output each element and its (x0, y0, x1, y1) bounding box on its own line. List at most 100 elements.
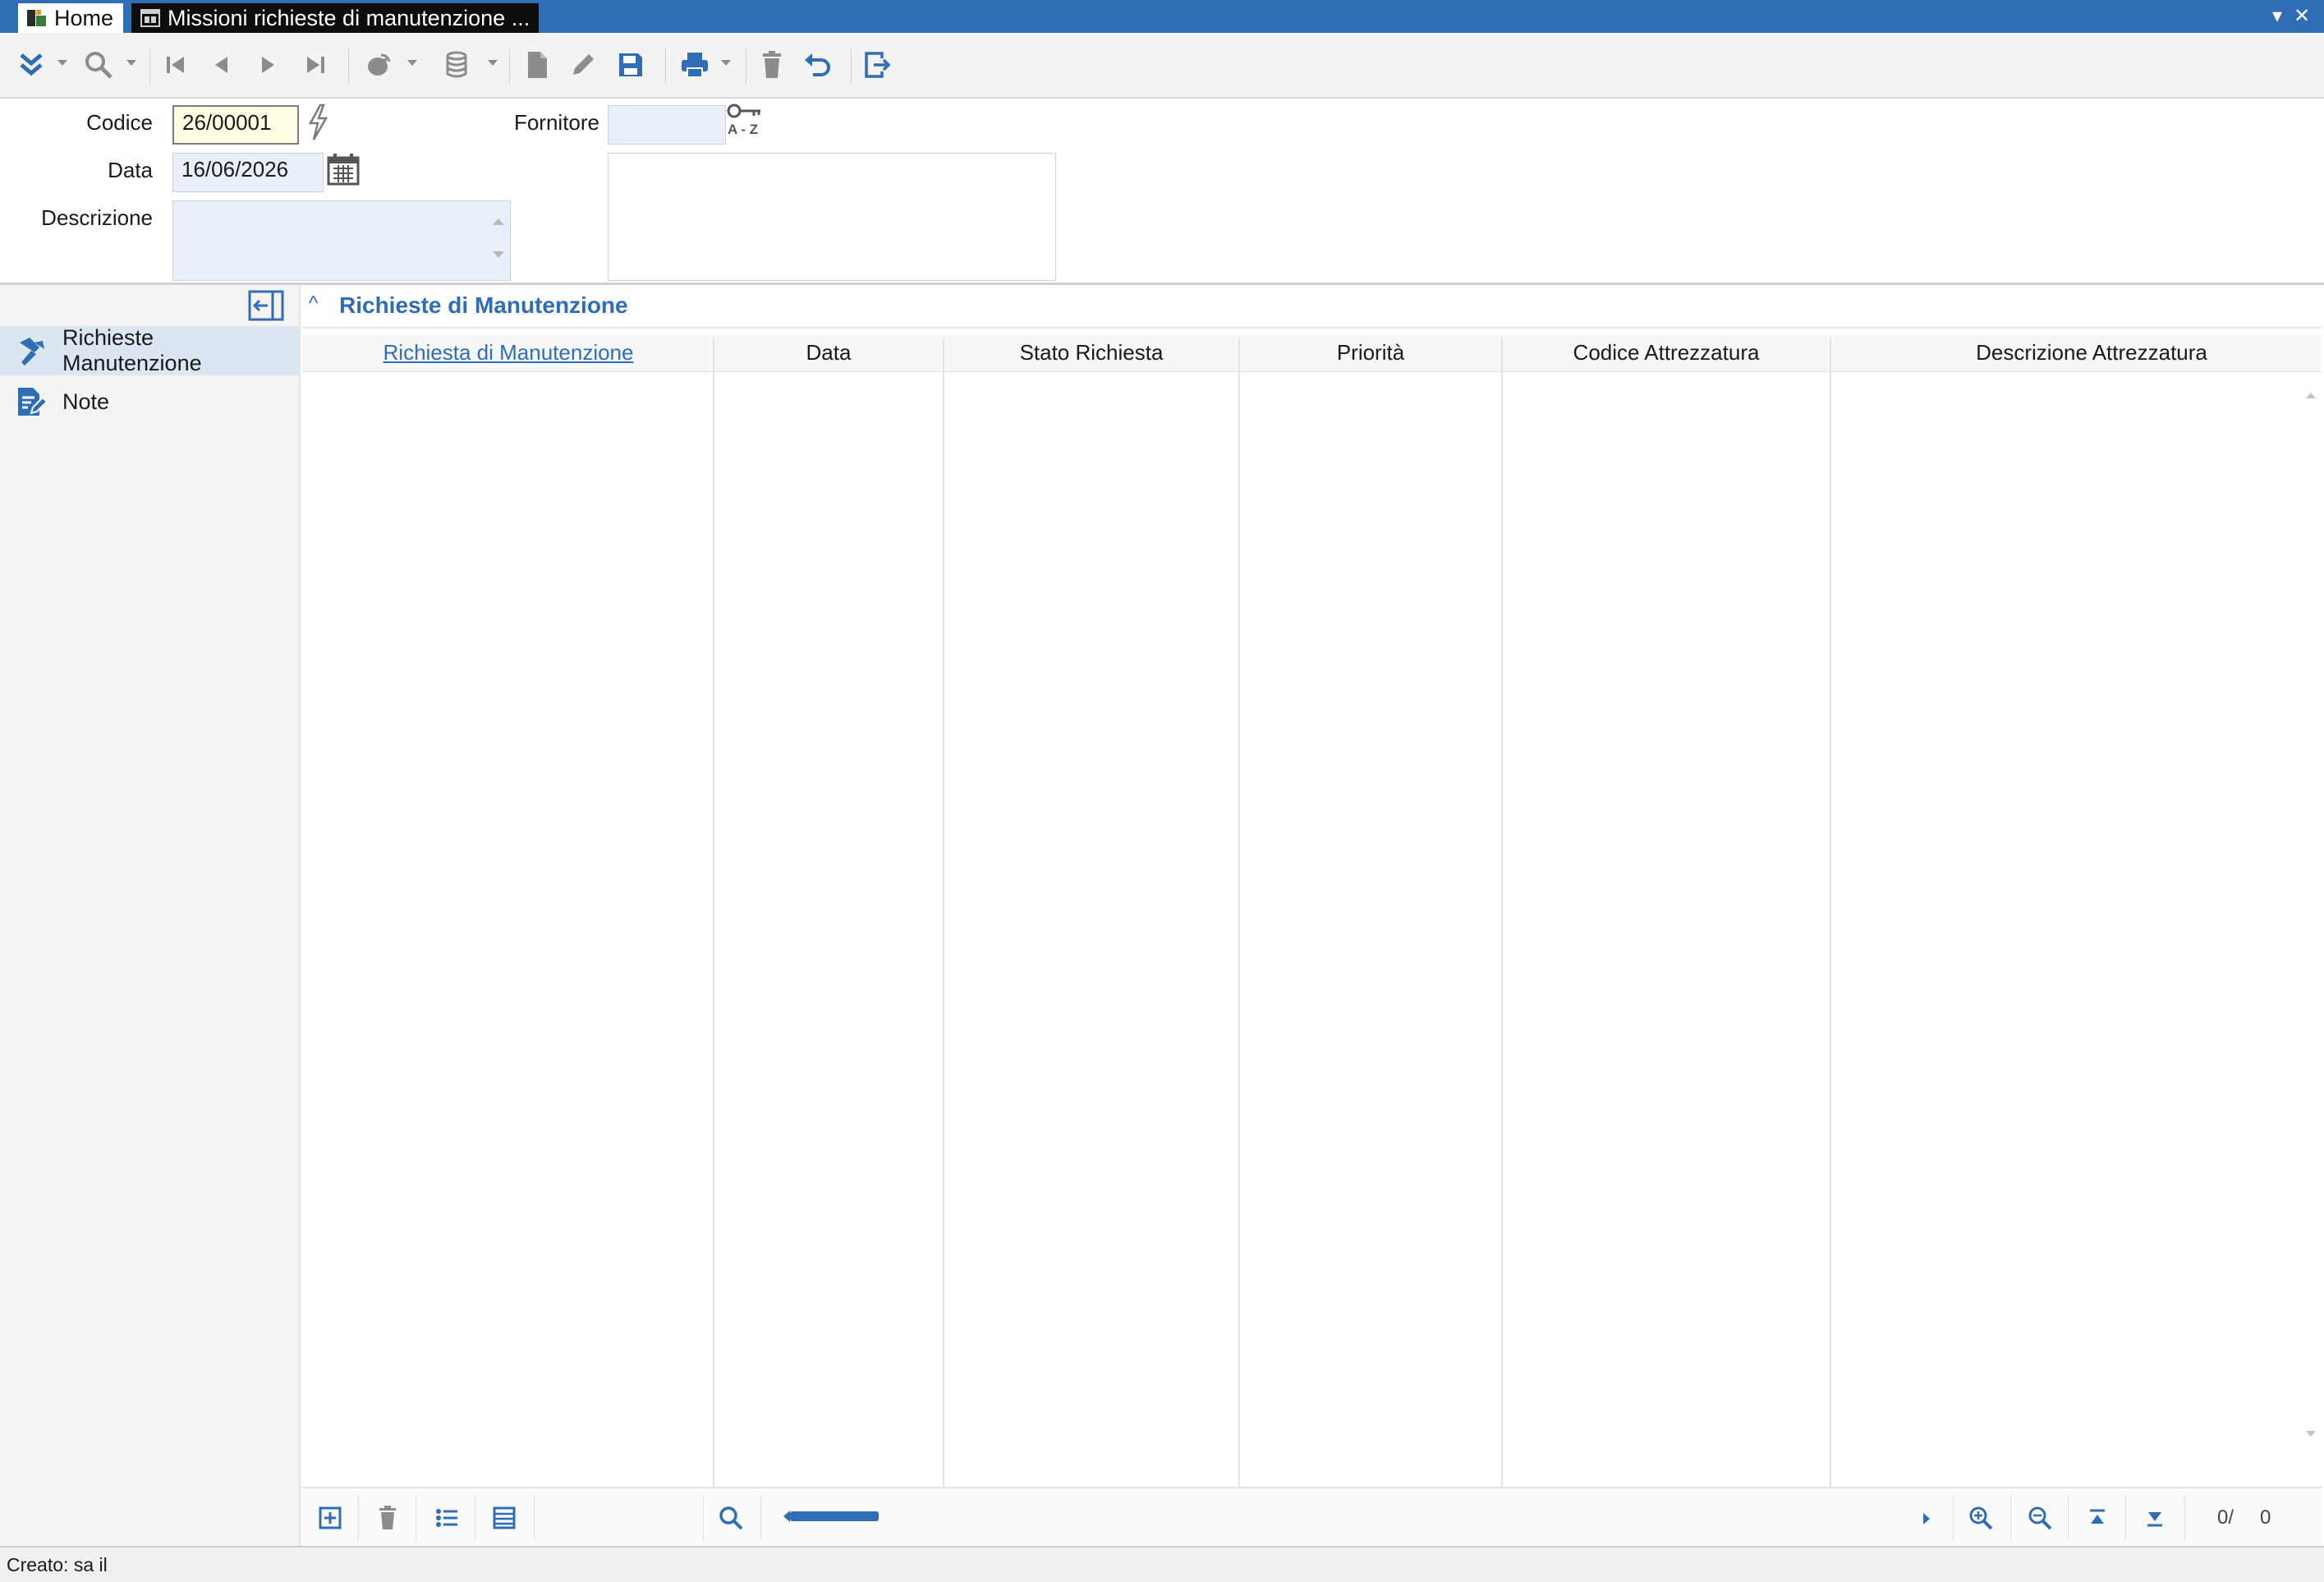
toolbar-separator (149, 48, 150, 84)
toolbar-separator (1953, 1495, 1954, 1541)
column-header-codice-attrezzatura[interactable]: Codice Attrezzatura (1503, 335, 1830, 370)
fornitore-label: Fornitore (513, 110, 599, 135)
last-record-button[interactable] (296, 44, 335, 85)
print-dropdown[interactable] (721, 60, 731, 66)
fornitore-lookup-button[interactable]: A - Z (726, 102, 764, 141)
status-text: Creato: sa il (7, 1554, 108, 1575)
last-record-icon (307, 57, 324, 73)
expand-all-button[interactable] (11, 44, 51, 85)
new-document-icon (528, 52, 547, 78)
record-counter-current: 0/ (2217, 1506, 2234, 1529)
toolbar-separator (348, 48, 349, 84)
sidebar-item-label: Note (62, 389, 110, 414)
first-record-button[interactable] (156, 44, 195, 85)
tab-missioni-label: Missioni richieste di manutenzione ... (168, 5, 530, 30)
codice-input[interactable]: 26/00001 (172, 105, 299, 145)
column-header-stato[interactable]: Stato Richiesta (944, 335, 1238, 370)
undo-icon (805, 53, 830, 76)
column-header-priorita[interactable]: Priorità (1240, 335, 1501, 370)
fornitore-input[interactable] (608, 105, 726, 145)
table-view-button[interactable] (478, 1498, 530, 1538)
toolbar-separator (760, 1495, 761, 1541)
toolbar-separator (2125, 1495, 2126, 1541)
delete-button[interactable] (752, 44, 792, 85)
tab-missioni-richieste[interactable]: Missioni richieste di manutenzione ... (131, 3, 539, 33)
header-divider (0, 283, 2324, 285)
search-button[interactable] (79, 44, 118, 85)
window-close-button[interactable]: ✕ (2291, 5, 2313, 28)
go-top-button[interactable] (2071, 1498, 2124, 1538)
search-dropdown[interactable] (126, 60, 136, 66)
satellite-button[interactable] (360, 44, 399, 85)
previous-record-button[interactable] (202, 44, 241, 85)
add-row-icon (319, 1506, 342, 1529)
collapse-panel-icon (248, 290, 284, 321)
scroll-left-arrow[interactable] (783, 1511, 790, 1522)
search-icon (719, 1506, 743, 1530)
zoom-in-button[interactable] (1954, 1498, 2007, 1538)
grid-toolbar: 0/ 0 (301, 1487, 2322, 1548)
zoom-in-icon (1969, 1506, 1993, 1530)
column-header-richiesta[interactable]: Richiesta di Manutenzione (304, 335, 713, 370)
az-label: A - Z (728, 122, 759, 137)
edit-icon (573, 54, 594, 75)
satellite-dropdown[interactable] (407, 60, 417, 66)
expand-all-dropdown[interactable] (57, 60, 67, 66)
grid-scroll-down[interactable] (2306, 1431, 2316, 1437)
tab-home[interactable]: Home (18, 3, 123, 33)
next-record-button[interactable] (248, 44, 287, 85)
section-divider (302, 327, 2322, 329)
go-bottom-button[interactable] (2129, 1498, 2181, 1538)
zoom-out-button[interactable] (2014, 1498, 2066, 1538)
sidebar-item-note[interactable]: Note (0, 377, 299, 426)
descrizione-label: Descrizione (41, 205, 153, 230)
zoom-out-icon (2028, 1506, 2052, 1530)
tab-home-label: Home (54, 5, 114, 30)
sidebar-item-richieste-manutenzione[interactable]: Richieste Manutenzione (0, 325, 299, 375)
detail-list-icon (436, 1509, 457, 1527)
column-header-descrizione-attrezzatura[interactable]: Descrizione Attrezzatura (1831, 335, 2324, 370)
toolbar (0, 33, 2324, 99)
exit-button[interactable] (857, 44, 897, 85)
print-button[interactable] (675, 44, 714, 85)
toolbar-separator (2010, 1495, 2011, 1541)
grid-search-button[interactable] (705, 1498, 757, 1538)
add-row-button[interactable] (304, 1498, 356, 1538)
column-divider (1501, 337, 1503, 1487)
grid-scroll-up[interactable] (2306, 393, 2316, 398)
edit-button[interactable] (563, 44, 603, 85)
scroll-right-arrow[interactable] (1923, 1513, 1930, 1525)
collapse-panel-button[interactable] (248, 290, 284, 321)
codice-label: Codice (86, 110, 153, 135)
expand-all-icon (20, 53, 43, 76)
new-document-button[interactable] (517, 44, 557, 85)
lightning-icon (308, 103, 328, 140)
detail-list-button[interactable] (420, 1498, 473, 1538)
horizontal-scrollbar-thumb[interactable] (790, 1511, 879, 1521)
window-menu-dropdown[interactable]: ▾ (2267, 5, 2288, 28)
descrizione-scroll-up[interactable] (493, 218, 504, 225)
column-header-data[interactable]: Data (714, 335, 943, 370)
database-button[interactable] (439, 44, 478, 85)
delete-row-button[interactable] (361, 1498, 414, 1538)
generate-code-button[interactable] (305, 103, 330, 141)
sidebar-item-label: Richieste Manutenzione (62, 325, 202, 375)
save-icon (619, 53, 642, 76)
toolbar-separator (509, 48, 510, 84)
descrizione-scroll-down[interactable] (493, 251, 504, 258)
undo-button[interactable] (798, 44, 838, 85)
database-dropdown[interactable] (488, 60, 498, 66)
toolbar-separator (851, 48, 852, 84)
save-button[interactable] (611, 44, 650, 85)
descrizione-textarea[interactable] (172, 200, 511, 281)
calendar-button[interactable] (325, 151, 361, 189)
record-counter-total: 0 (2260, 1506, 2271, 1529)
toolbar-separator (703, 1495, 704, 1541)
data-input[interactable]: 16/06/2026 (172, 153, 324, 192)
toolbar-separator (534, 1495, 535, 1541)
next-record-icon (262, 57, 274, 73)
data-label: Data (108, 158, 153, 182)
section-collapse-caret[interactable]: ^ (309, 292, 318, 315)
toolbar-separator (2068, 1495, 2069, 1541)
form-window-icon (140, 7, 161, 29)
